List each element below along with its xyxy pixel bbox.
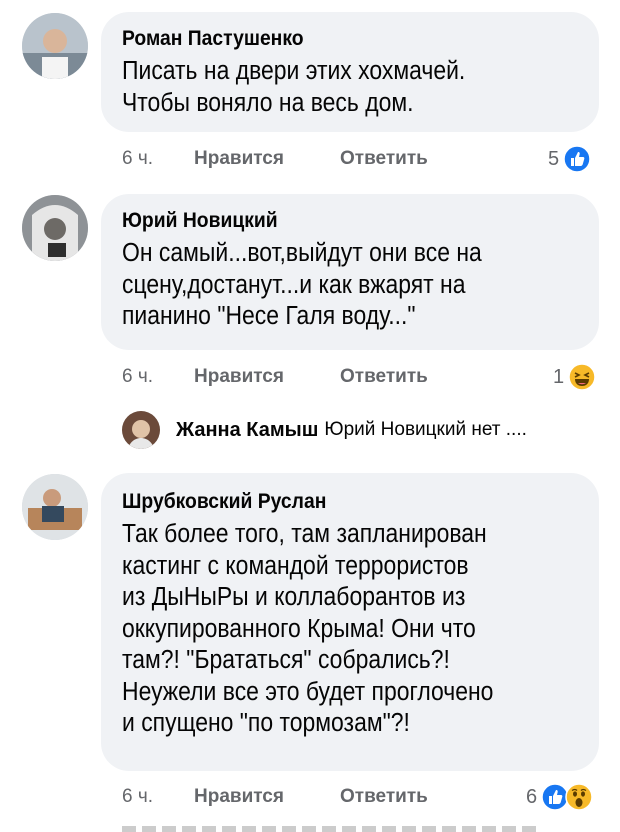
- reaction-count: 5: [548, 147, 560, 170]
- comment-meta: 6 ч. Нравится Ответить: [122, 364, 522, 390]
- like-icon: [563, 145, 591, 173]
- comment-text: Писать на двери этих хохмачей. Чтобы вон…: [122, 56, 590, 119]
- reaction-summary[interactable]: 6: [526, 782, 593, 812]
- comment-author[interactable]: Шрубковский Руслан: [122, 489, 326, 515]
- reply-button[interactable]: Ответить: [340, 146, 428, 172]
- avatar[interactable]: [122, 411, 160, 449]
- comment-text-line: из ДыНыРы и коллаборантов из: [122, 583, 466, 611]
- like-button[interactable]: Нравится: [194, 364, 284, 390]
- like-button[interactable]: Нравится: [194, 784, 284, 810]
- comment-text-line: Неужели все это будет проглочено: [122, 677, 494, 706]
- like-button[interactable]: Нравится: [194, 146, 284, 172]
- comment-timestamp[interactable]: 6 ч.: [122, 146, 153, 172]
- comment-bubble: Шрубковский Руслан Так более того, там з…: [101, 473, 599, 771]
- comment-text: Так более того, там запланирован кастинг…: [122, 519, 590, 740]
- comment-text-line: там?! "Брататься" собрались?!: [122, 646, 450, 674]
- reply-author[interactable]: Жанна Камыш: [176, 419, 318, 442]
- reply-preview-row[interactable]: Жанна Камыш Юрий Новицкий нет ....: [122, 410, 527, 450]
- reply-preview-text[interactable]: Юрий Новицкий нет ....: [324, 419, 527, 441]
- comment-text: Он самый...вот,выйдут они все на сцену,д…: [122, 238, 590, 333]
- next-comment-edge: [122, 826, 542, 832]
- comment-author[interactable]: Юрий Новицкий: [122, 208, 278, 234]
- comment-text-line: оккупированного Крыма! Они что: [122, 614, 476, 643]
- comment-text-line: Писать на двери этих хохмачей.: [122, 57, 466, 85]
- wow-icon: [565, 783, 593, 811]
- comment-timestamp[interactable]: 6 ч.: [122, 364, 153, 390]
- comment-text-line: сцену,достанут...и как вжарят на: [122, 270, 466, 299]
- comment-text-line: кастинг с командой террористов: [122, 551, 469, 580]
- haha-icon: [568, 363, 596, 391]
- reaction-count: 1: [553, 365, 565, 388]
- comment-meta: 6 ч. Нравится Ответить: [122, 784, 522, 810]
- avatar[interactable]: [22, 13, 88, 79]
- comment-timestamp[interactable]: 6 ч.: [122, 784, 153, 810]
- reaction-count: 6: [526, 785, 538, 808]
- comment-text-line: пианино "Несе Галя воду...": [122, 302, 416, 330]
- reaction-summary[interactable]: 1: [553, 362, 596, 392]
- comment-text-line: Так более того, там запланирован: [122, 520, 487, 548]
- avatar[interactable]: [22, 474, 88, 540]
- comment-text-line: Чтобы воняло на весь дом.: [122, 88, 414, 117]
- comment-text-line: Он самый...вот,выйдут они все на: [122, 239, 482, 267]
- comment-text-line: и спущено "по тормозам"?!: [122, 709, 410, 737]
- reaction-summary[interactable]: 5: [548, 144, 591, 174]
- comment-bubble: Роман Пастушенко Писать на двери этих хо…: [101, 12, 599, 132]
- avatar[interactable]: [22, 195, 88, 261]
- reply-button[interactable]: Ответить: [340, 364, 428, 390]
- comment-meta: 6 ч. Нравится Ответить: [122, 146, 522, 172]
- reply-button[interactable]: Ответить: [340, 784, 428, 810]
- comment-bubble: Юрий Новицкий Он самый...вот,выйдут они …: [101, 194, 599, 350]
- comment-author[interactable]: Роман Пастушенко: [122, 26, 304, 52]
